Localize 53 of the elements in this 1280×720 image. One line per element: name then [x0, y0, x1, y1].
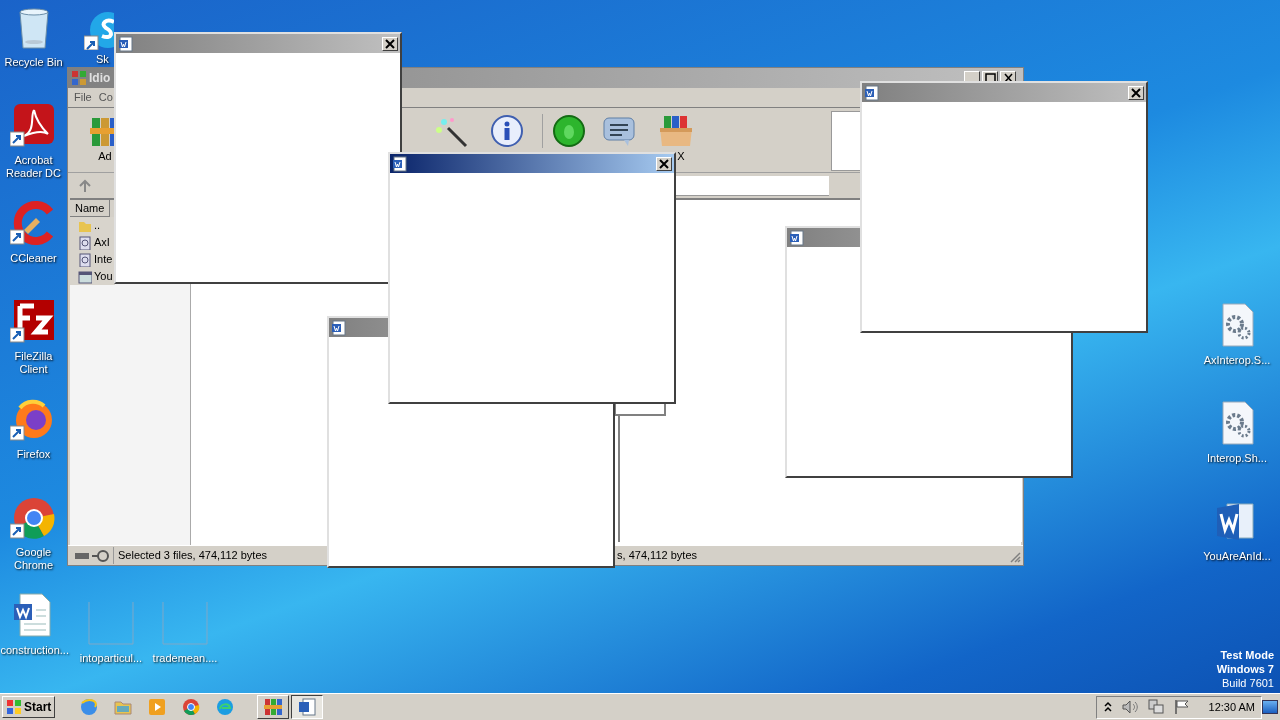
e-globe-icon — [79, 697, 100, 717]
bug-icon[interactable] — [551, 114, 586, 148]
document-icon — [392, 155, 408, 172]
file-name[interactable]: .. — [94, 217, 101, 234]
document-icon — [118, 35, 134, 52]
info-icon[interactable] — [490, 114, 524, 148]
icon-label[interactable]: FileZilla Client — [0, 350, 67, 376]
icon-label[interactable]: CCleaner — [0, 252, 67, 265]
gear-file-icon — [78, 235, 92, 250]
system-notice-text: Test Mode — [1220, 648, 1274, 662]
status-text: Selected 3 files, 474,112 bytes — [113, 547, 267, 564]
app-books-icon — [71, 70, 87, 86]
chevron-up-icon[interactable] — [1102, 700, 1113, 714]
address-field[interactable] — [675, 175, 829, 196]
play-icon — [147, 697, 168, 717]
icon-label[interactable]: Recycle Bin — [0, 56, 67, 69]
windows-logo-icon — [6, 699, 22, 715]
icon-label[interactable]: YouAreAnId... — [1195, 550, 1279, 563]
speaker-icon[interactable] — [1120, 699, 1139, 715]
icon-label[interactable]: Sk — [96, 53, 109, 66]
icon-label[interactable]: Acrobat Reader DC — [0, 154, 67, 180]
document-icon — [297, 697, 318, 717]
browser-ball-icon — [181, 697, 202, 717]
icon-label[interactable]: Interop.Sh... — [1195, 452, 1279, 465]
show-desktop-button[interactable] — [1262, 700, 1278, 714]
system-notice-text: Build 7601 — [1222, 676, 1274, 690]
document-icon — [864, 84, 880, 101]
start-button[interactable]: Start — [2, 696, 56, 718]
close-button[interactable] — [382, 36, 398, 51]
menu-item[interactable]: File — [74, 89, 92, 106]
close-button[interactable] — [1128, 85, 1144, 100]
comment-icon[interactable] — [602, 114, 636, 148]
toolbar-label[interactable]: X — [677, 148, 685, 165]
package-box-icon[interactable] — [658, 114, 692, 148]
menu-item[interactable]: Co — [98, 89, 113, 106]
window-file-icon — [78, 269, 92, 284]
document-icon — [789, 229, 805, 246]
toolbar-label[interactable]: Ad — [98, 148, 112, 165]
books-icon — [263, 697, 284, 717]
gear-file-icon — [78, 252, 92, 267]
close-button[interactable] — [656, 156, 672, 171]
drive-key-icon — [74, 548, 110, 563]
wave-e-icon — [215, 697, 236, 717]
icon-label[interactable]: AxInterop.S... — [1195, 354, 1279, 367]
taskbar-button[interactable] — [291, 695, 324, 719]
network-icon[interactable] — [1146, 699, 1165, 715]
document-icon — [331, 319, 347, 336]
system-notice-text: Windows 7 — [1216, 662, 1274, 676]
flag-icon[interactable] — [1172, 699, 1191, 715]
icon-label[interactable]: Google Chrome — [0, 546, 67, 572]
icon-label[interactable]: Firefox — [0, 448, 67, 461]
window-title: Idio — [89, 70, 111, 87]
resize-grip-icon[interactable] — [1009, 551, 1021, 563]
